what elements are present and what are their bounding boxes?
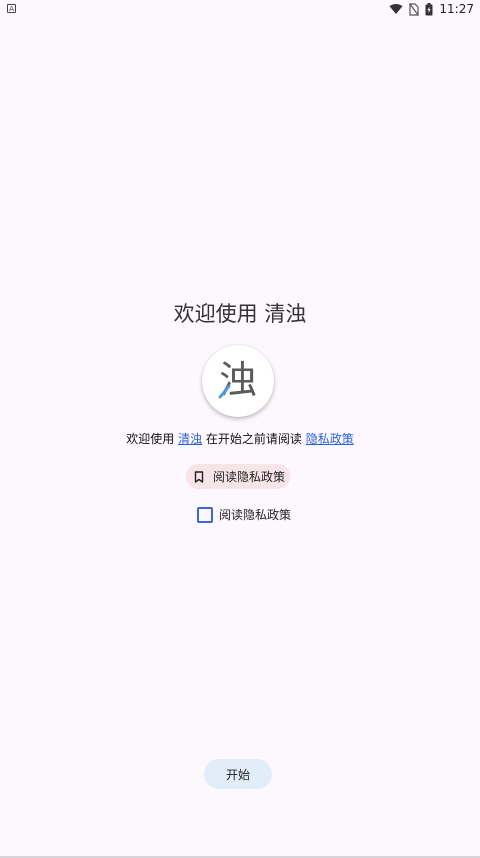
status-bar: A 11:27 xyxy=(0,0,480,18)
wifi-icon xyxy=(389,3,403,15)
bookmark-icon xyxy=(194,470,204,483)
status-time: 11:27 xyxy=(439,2,474,16)
consent-middle: 在开始之前请阅读 xyxy=(202,432,306,446)
no-sim-icon xyxy=(409,2,420,16)
privacy-policy-checkbox[interactable] xyxy=(197,506,213,523)
logo-brush-stroke-icon xyxy=(218,385,231,399)
app-logo: 浊 xyxy=(202,345,274,417)
privacy-policy-checkbox-row[interactable]: 阅读隐私政策 xyxy=(197,506,291,523)
start-button[interactable]: 开始 xyxy=(204,759,272,789)
consent-prefix: 欢迎使用 xyxy=(126,432,179,446)
status-icons: 11:27 xyxy=(389,1,474,17)
page-title: 欢迎使用 清浊 xyxy=(173,302,307,326)
consent-text: 欢迎使用 清浊 在开始之前请阅读 隐私政策 xyxy=(0,430,480,447)
app-name-link[interactable]: 清浊 xyxy=(178,432,202,446)
notification-a-icon: A xyxy=(7,4,16,13)
battery-charging-icon xyxy=(425,2,433,16)
read-privacy-policy-label: 阅读隐私政策 xyxy=(213,470,286,484)
app-logo-glyph: 浊 xyxy=(218,358,257,402)
read-privacy-policy-button[interactable]: 阅读隐私政策 xyxy=(186,464,290,489)
privacy-policy-link[interactable]: 隐私政策 xyxy=(306,432,354,446)
privacy-policy-checkbox-label: 阅读隐私政策 xyxy=(219,508,292,522)
